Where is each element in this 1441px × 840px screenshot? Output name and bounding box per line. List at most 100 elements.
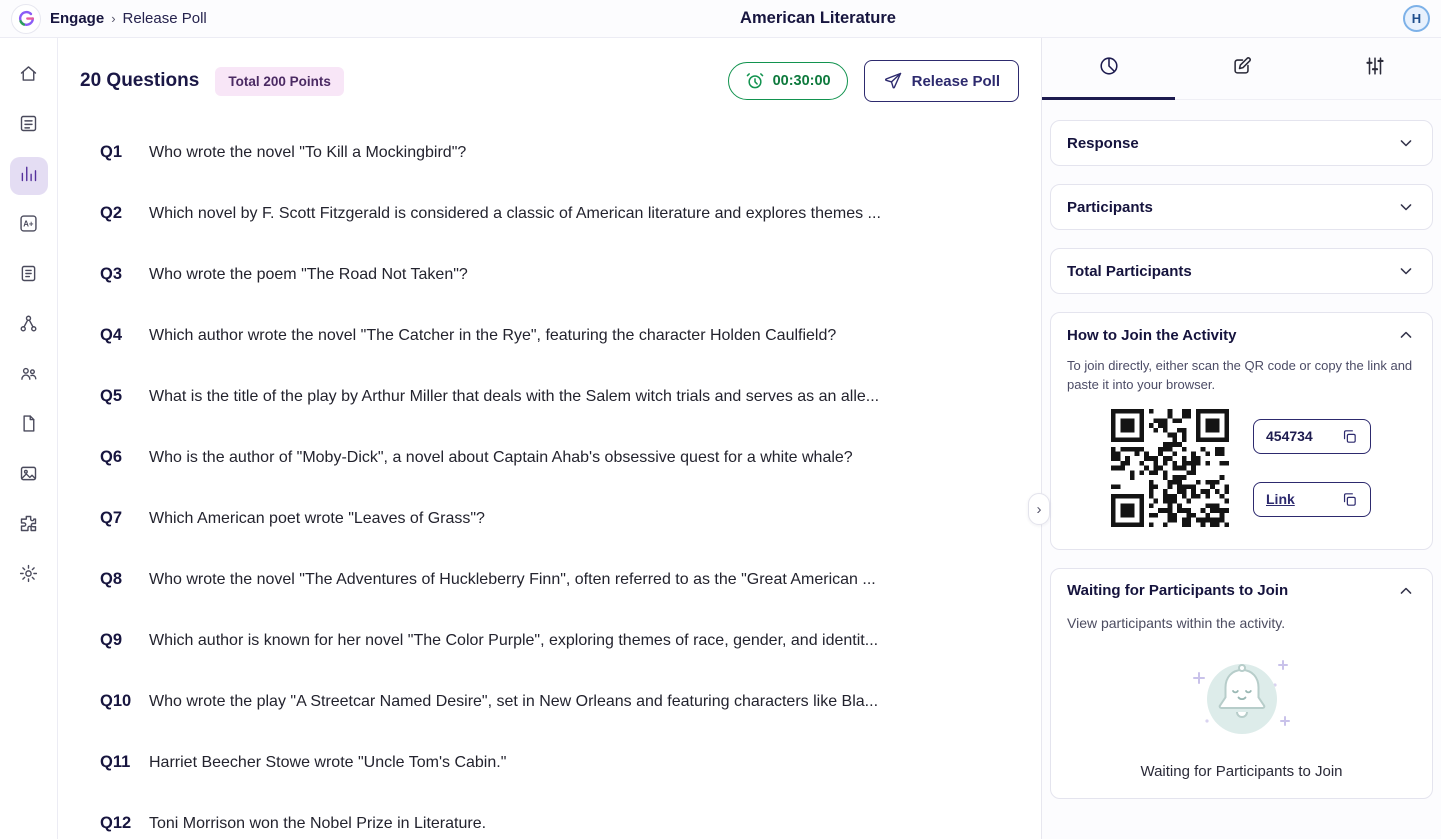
question-number: Q11 <box>100 753 131 771</box>
sidebar-item-notes[interactable] <box>10 257 48 295</box>
edit-icon <box>1231 55 1253 82</box>
question-row[interactable]: Q12 Toni Morrison won the Nobel Prize in … <box>80 793 1019 839</box>
question-text: Who wrote the play "A Streetcar Named De… <box>149 692 879 710</box>
how-to-join-body: To join directly, either scan the QR cod… <box>1051 357 1432 549</box>
question-number: Q10 <box>100 692 132 710</box>
panel-collapse-handle[interactable]: › <box>1028 493 1050 525</box>
chevron-up-icon <box>1396 325 1416 345</box>
waiting-section: Waiting for Participants to Join View pa… <box>1050 567 1433 799</box>
question-number: Q1 <box>100 143 123 161</box>
question-text: Which author wrote the novel "The Catche… <box>149 326 837 344</box>
app-logo-icon[interactable] <box>11 3 41 34</box>
sidebar-item-home[interactable] <box>10 57 48 95</box>
release-poll-label: Release Poll <box>911 72 1000 90</box>
join-link-label: Link <box>1266 491 1295 508</box>
timer-value: 00:30:00 <box>772 73 831 89</box>
sidebar-item-analytics[interactable] <box>9 157 48 195</box>
how-to-join-section-title: How to Join the Activity <box>1067 326 1237 344</box>
response-section: Response <box>1050 120 1433 166</box>
grading-icon: A+ <box>18 213 39 239</box>
release-poll-button[interactable]: Release Poll <box>863 60 1019 102</box>
question-row[interactable]: Q3 Who wrote the poem "The Road Not Taken… <box>80 244 1019 305</box>
question-text: Who is the author of "Moby-Dick", a nove… <box>149 448 853 466</box>
waiting-section-header[interactable]: Waiting for Participants to Join <box>1051 569 1432 613</box>
question-count-label: 20 Questions <box>80 70 200 91</box>
qr-code <box>1111 408 1229 527</box>
question-number: Q8 <box>100 570 123 588</box>
join-code-copy-button[interactable]: 454734 <box>1253 418 1371 454</box>
question-number: Q7 <box>100 509 123 527</box>
total-points-badge: Total 200 Points <box>215 66 344 96</box>
svg-text:A+: A+ <box>23 220 34 229</box>
how-to-join-section: How to Join the Activity To join directl… <box>1050 312 1433 550</box>
sliders-icon <box>1364 55 1386 82</box>
question-row[interactable]: Q9 Which author is known for her novel "T… <box>80 610 1019 671</box>
sidebar-item-frame[interactable] <box>10 457 48 495</box>
tab-edit[interactable] <box>1175 38 1308 99</box>
breadcrumb-app-link[interactable]: Engage <box>50 10 104 27</box>
question-number: Q12 <box>100 814 132 832</box>
panel-cards: Response Participants Total Participants <box>1042 100 1441 819</box>
home-icon <box>18 63 39 89</box>
breadcrumb-current-page: Release Poll <box>122 10 207 27</box>
panel-tabs <box>1042 38 1441 100</box>
hierarchy-icon <box>18 313 39 339</box>
sidebar-item-hierarchy[interactable] <box>10 307 48 345</box>
question-row[interactable]: Q2 Which novel by F. Scott Fitzgerald is … <box>80 183 1019 244</box>
page-title: American Literature <box>740 9 896 27</box>
user-avatar[interactable]: H <box>1403 5 1430 32</box>
question-text: Who wrote the poem "The Road Not Taken"? <box>149 265 468 283</box>
timer-button[interactable]: 00:30:00 <box>727 62 848 100</box>
response-section-header[interactable]: Response <box>1051 121 1432 165</box>
pie-chart-icon <box>1098 55 1120 82</box>
question-row[interactable]: Q5 What is the title of the play by Arthu… <box>80 366 1019 427</box>
question-number: Q9 <box>100 631 123 649</box>
settings-icon <box>18 563 39 589</box>
top-bar: Engage › Release Poll American Literatur… <box>0 0 1441 38</box>
copy-icon <box>1341 491 1358 508</box>
question-row[interactable]: Q6 Who is the author of "Moby-Dick", a no… <box>80 427 1019 488</box>
question-text: Which novel by F. Scott Fitzgerald is co… <box>149 204 881 222</box>
question-row[interactable]: Q1 Who wrote the novel "To Kill a Mocking… <box>80 122 1019 183</box>
breadcrumb-separator: › <box>111 11 116 26</box>
main-content: 20 Questions Total 200 Points 00:30:00 R… <box>58 38 1041 839</box>
bell-illustration <box>1067 643 1416 753</box>
question-row[interactable]: Q11 Harriet Beecher Stowe wrote "Uncle To… <box>80 732 1019 793</box>
waiting-body: View participants within the activity. W… <box>1051 615 1432 798</box>
poll-header: 20 Questions Total 200 Points 00:30:00 R… <box>80 56 1019 108</box>
library-icon <box>18 113 39 139</box>
participants-section-header[interactable]: Participants <box>1051 185 1432 229</box>
participants-section: Participants <box>1050 184 1433 230</box>
sidebar-item-pages[interactable] <box>10 407 48 445</box>
paper-plane-icon <box>883 71 903 91</box>
question-row[interactable]: Q7 Which American poet wrote "Leaves of G… <box>80 488 1019 549</box>
question-number: Q4 <box>100 326 123 344</box>
question-text: Who wrote the novel "To Kill a Mockingbi… <box>149 143 467 161</box>
sidebar-item-grading[interactable]: A+ <box>10 207 48 245</box>
waiting-description: View participants within the activity. <box>1067 614 1286 631</box>
sidebar-item-plugins[interactable] <box>10 507 48 545</box>
question-text: Harriet Beecher Stowe wrote "Uncle Tom's… <box>149 753 507 771</box>
question-text: Who wrote the novel "The Adventures of H… <box>149 570 876 588</box>
chevron-down-icon <box>1396 133 1416 153</box>
sidebar-item-library[interactable] <box>10 107 48 145</box>
tab-results[interactable] <box>1042 38 1175 100</box>
tab-settings[interactable] <box>1308 38 1441 99</box>
plugins-icon <box>18 513 39 539</box>
question-text: What is the title of the play by Arthur … <box>149 387 880 405</box>
question-list: Q1 Who wrote the novel "To Kill a Mocking… <box>80 122 1019 839</box>
question-row[interactable]: Q10 Who wrote the play "A Streetcar Named… <box>80 671 1019 732</box>
waiting-section-title: Waiting for Participants to Join <box>1067 582 1289 600</box>
groups-icon <box>18 363 39 389</box>
join-link-copy-button[interactable]: Link <box>1253 481 1371 517</box>
question-number: Q5 <box>100 387 123 405</box>
sidebar-item-settings[interactable] <box>10 557 48 595</box>
sidebar-item-groups[interactable] <box>10 357 48 395</box>
total-participants-section-header[interactable]: Total Participants <box>1051 249 1432 293</box>
chevron-up-icon <box>1396 581 1416 601</box>
chevron-down-icon <box>1396 261 1416 281</box>
how-to-join-section-header[interactable]: How to Join the Activity <box>1051 313 1432 357</box>
question-row[interactable]: Q4 Which author wrote the novel "The Catc… <box>80 305 1019 366</box>
question-row[interactable]: Q8 Who wrote the novel "The Adventures of… <box>80 549 1019 610</box>
breadcrumb: Engage › Release Poll <box>50 10 207 27</box>
